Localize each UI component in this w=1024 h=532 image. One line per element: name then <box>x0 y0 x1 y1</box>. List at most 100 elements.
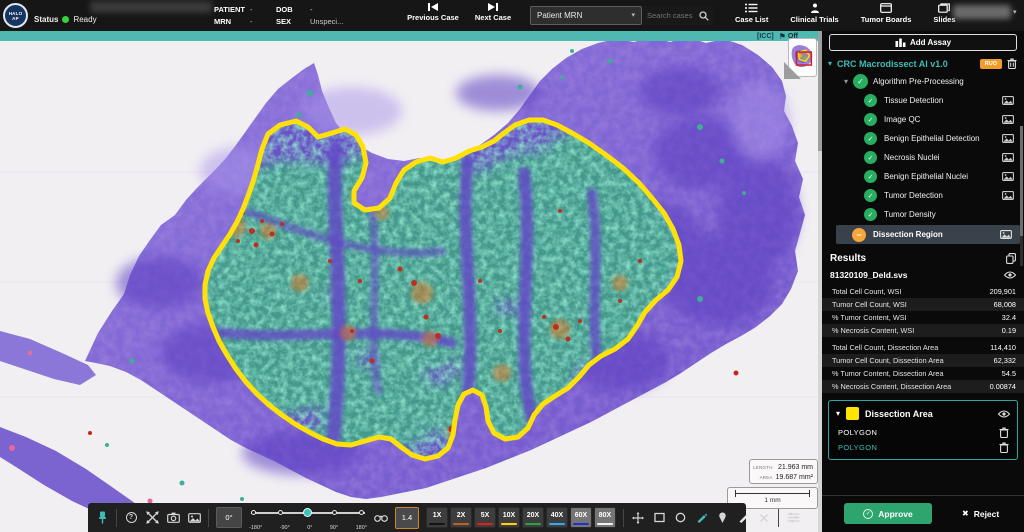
measurement-readout: LENGTH 21.963 mm AREA 19.687 mm² <box>749 459 818 484</box>
add-assay-button[interactable]: Add Assay <box>829 34 1017 51</box>
layer-image-icon[interactable] <box>1002 172 1014 181</box>
pen-tool-button[interactable] <box>736 510 750 526</box>
preprocessing-group-row[interactable]: ▾ ✓ Algorithm Pre-Processing <box>822 72 1024 91</box>
patient-label: PATIENT <box>214 5 250 14</box>
icc-flag-icon: ⚑ <box>779 33 786 41</box>
patient-mrn-filter-select[interactable]: Patient MRN ▾ <box>530 6 642 25</box>
view-settings-button[interactable] <box>786 510 800 526</box>
move-annotation-button[interactable] <box>631 510 645 526</box>
assay-step-tumor-detection[interactable]: ✓ Tumor Detection <box>822 186 1024 205</box>
assay-collapse-chevron-icon[interactable]: ▾ <box>828 60 832 68</box>
rotation-tick <box>332 510 337 515</box>
polygon-annotation-item-selected[interactable]: POLYGON <box>829 440 1017 455</box>
layer-image-icon[interactable] <box>1002 96 1014 105</box>
rotation-tick <box>359 510 364 515</box>
stereo-view-button[interactable] <box>374 510 388 526</box>
haloap-logo[interactable]: HALO AP <box>3 3 28 28</box>
delete-annotation-button[interactable] <box>757 510 771 526</box>
polygon-annotation-item[interactable]: POLYGON <box>829 425 1017 440</box>
assay-header-row[interactable]: ▾ CRC Macrodissect AI v1.0 RUO <box>822 55 1024 72</box>
dissection-area-header[interactable]: ▾ Dissection Area <box>829 401 1017 425</box>
eye-icon[interactable] <box>1004 271 1016 279</box>
copy-icon[interactable] <box>1006 253 1016 264</box>
sex-value: Unspeci... <box>310 17 366 26</box>
result-row: Total Cell Count, Dissection Area 114,41… <box>822 341 1024 354</box>
next-case-button[interactable]: Next Case <box>464 3 522 22</box>
step-check-icon: ✓ <box>864 208 877 221</box>
nav-clinical-trials[interactable]: Clinical Trials <box>790 3 838 24</box>
ellipse-tool-button[interactable] <box>673 510 687 526</box>
assay-step-tumor-density[interactable]: ✓ Tumor Density <box>822 205 1024 224</box>
preprocessing-chevron-icon[interactable]: ▾ <box>844 78 848 86</box>
mag-1x-button[interactable]: 1X <box>426 507 448 528</box>
mag-10x-button[interactable]: 10X <box>498 507 520 528</box>
pen-teal-icon <box>696 512 707 523</box>
pan-mode-button[interactable] <box>145 510 159 526</box>
slide-navigator-thumbnail[interactable] <box>788 38 817 77</box>
assay-step-tissue-detection[interactable]: ✓ Tissue Detection <box>822 91 1024 110</box>
mag-2x-button[interactable]: 2X <box>450 507 472 528</box>
reject-button[interactable]: ✖ Reject <box>962 509 999 519</box>
slide-canvas[interactable] <box>0 31 818 532</box>
help-button[interactable]: ? <box>124 510 138 526</box>
status-label: Status <box>34 15 58 24</box>
nav-case-list[interactable]: Case List <box>735 3 768 24</box>
user-menu-redacted[interactable] <box>953 5 1011 19</box>
layer-image-icon[interactable] <box>1002 115 1014 124</box>
trash-icon[interactable] <box>999 427 1009 438</box>
rotation-reset-button[interactable]: 0° <box>216 507 242 528</box>
search-cases-input[interactable] <box>647 11 699 20</box>
previous-case-button[interactable]: Previous Case <box>404 3 462 22</box>
mag-60x-button[interactable]: 60X <box>570 507 592 528</box>
pin-marker-tool-button[interactable] <box>715 510 729 526</box>
dissection-area-chevron-icon[interactable]: ▾ <box>836 410 840 418</box>
assay-step-image-qc[interactable]: ✓ Image QC <box>822 110 1024 129</box>
eye-icon[interactable] <box>998 410 1010 418</box>
mag-40x-button[interactable]: 40X <box>546 507 568 528</box>
approve-button[interactable]: ✓ Approve <box>844 503 932 524</box>
dissection-area-title: Dissection Area <box>865 409 992 419</box>
navigator-corner-triangle <box>784 62 801 79</box>
step-check-icon: ✓ <box>864 113 877 126</box>
rectangle-tool-button[interactable] <box>652 510 666 526</box>
search-icon[interactable] <box>699 11 709 21</box>
mag-underline <box>573 523 589 526</box>
freehand-pen-tool-button[interactable] <box>694 510 708 526</box>
sex-label: SEX <box>276 17 310 26</box>
rotation-slider[interactable]: -180° -90° 0° 90° 180° <box>249 503 367 532</box>
layer-image-icon[interactable] <box>1002 153 1014 162</box>
toolbar-separator <box>623 509 624 527</box>
image-overlay-button[interactable] <box>187 510 201 526</box>
assay-step-benign-epithelial-detection[interactable]: ✓ Benign Epithelial Detection <box>822 129 1024 148</box>
mag-20x-button[interactable]: 20X <box>522 507 544 528</box>
layer-image-icon[interactable] <box>1002 191 1014 200</box>
assay-step-necrosis-nuclei[interactable]: ✓ Necrosis Nuclei <box>822 148 1024 167</box>
rotation-slider-handle[interactable] <box>303 508 312 517</box>
dissection-region-step-selected[interactable]: − Dissection Region <box>836 225 1020 244</box>
step-check-icon: ✓ <box>864 94 877 107</box>
user-chevron-down-icon[interactable]: ▾ <box>1013 8 1017 16</box>
trash-icon[interactable] <box>1007 58 1017 69</box>
slides-icon <box>938 3 950 13</box>
slide-viewer[interactable]: [ICC] ⚑ Off LENGTH 21.963 mm AREA 19.687… <box>0 31 818 532</box>
mag-80x-button[interactable]: 80X <box>594 507 616 528</box>
pin-toolbar-button[interactable] <box>95 510 109 526</box>
mag-underline <box>453 523 469 526</box>
result-row: % Tumor Content, WSI 32.4 <box>822 311 1024 324</box>
assay-step-benign-epithelial-nuclei[interactable]: ✓ Benign Epithelial Nuclei <box>822 167 1024 186</box>
rotation-value: 0° <box>225 513 232 522</box>
area-value: 19.687 mm² <box>776 474 813 481</box>
dissection-area-color-swatch[interactable] <box>846 407 859 420</box>
analysis-sidebar: Add Assay ▾ CRC Macrodissect AI v1.0 RUO… <box>822 31 1024 532</box>
layer-image-icon[interactable] <box>1002 134 1014 143</box>
result-row: % Necrosis Content, WSI 0.19 <box>822 324 1024 337</box>
mag-5x-button[interactable]: 5X <box>474 507 496 528</box>
length-label: LENGTH <box>750 465 776 470</box>
nav-tumor-boards[interactable]: Tumor Boards <box>861 3 912 24</box>
scrollbar-thumb[interactable] <box>1020 126 1023 236</box>
trash-icon[interactable] <box>999 442 1009 453</box>
x-delete-icon <box>759 513 769 523</box>
layer-image-icon[interactable] <box>1000 230 1012 239</box>
assay-tree-scrollbar[interactable] <box>1020 126 1023 266</box>
snapshot-button[interactable] <box>166 510 180 526</box>
